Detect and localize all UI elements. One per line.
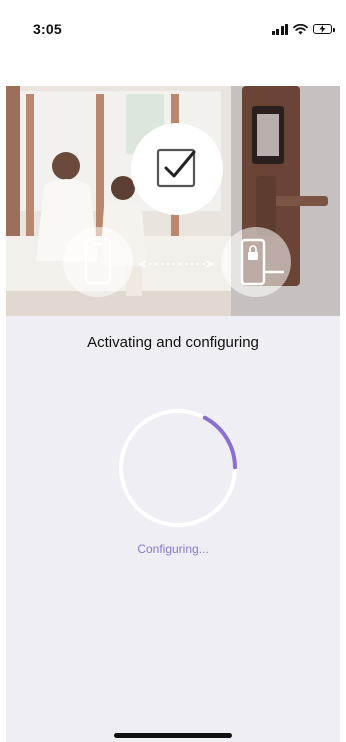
status-icons (271, 22, 335, 36)
cellular-signal-icon (271, 23, 288, 35)
home-indicator[interactable] (114, 733, 232, 738)
wifi-icon (293, 23, 308, 34)
smartphone-icon (63, 227, 133, 297)
progress-spinner (119, 409, 237, 527)
activation-screen: 3:05 Activating and configuring Configur… (0, 0, 346, 742)
checkbox-icon (131, 123, 223, 215)
lock-icon (221, 227, 291, 297)
right-frame (340, 0, 346, 742)
status-bar: 3:05 (0, 0, 346, 86)
battery-charging-icon (313, 24, 335, 34)
progress-label: Configuring... (137, 542, 209, 556)
family-living-room-image (6, 86, 340, 316)
page-title: Activating and configuring (87, 334, 259, 351)
progress-arc (119, 409, 237, 527)
hero-image (6, 86, 340, 316)
status-time: 3:05 (33, 21, 62, 37)
